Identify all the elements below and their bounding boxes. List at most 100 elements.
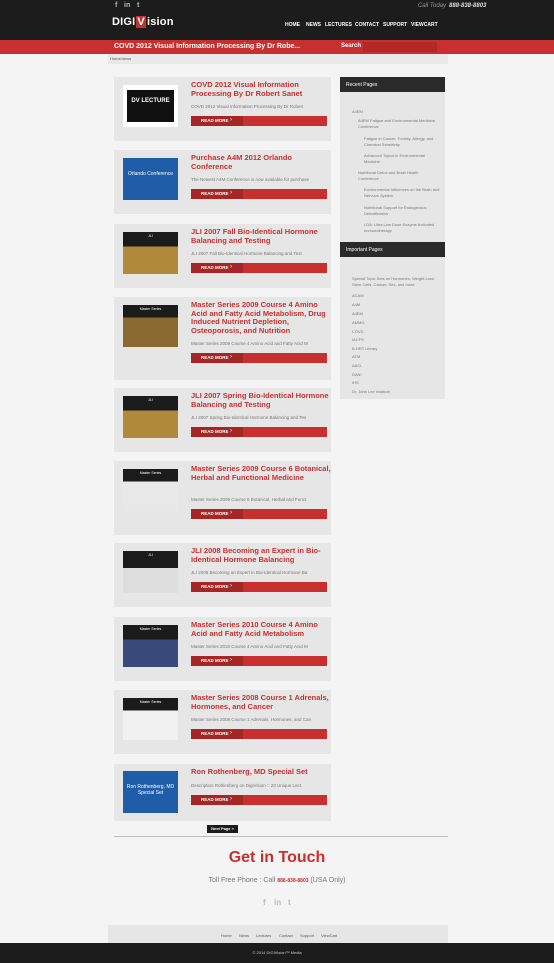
recent-page-link[interactable]: A4EM Fatigue and Environmental Medicine … [358, 118, 440, 130]
post-excerpt: Master Series 2010 Course 4 Amino Acid a… [191, 644, 308, 649]
nav-news[interactable]: NEWS [306, 22, 321, 28]
post-card: Master Series Master Series 2010 Course 4… [114, 617, 331, 681]
recent-page-link[interactable]: A4EM [352, 109, 440, 115]
post-thumbnail[interactable]: Master Series [123, 625, 178, 667]
recent-page-link[interactable]: Fatigue in Cancer, Toxicity, Allergy, an… [364, 136, 440, 148]
post-card: Master Series Master Series 2008 Course 1… [114, 690, 331, 754]
thumb-text: Master Series [139, 700, 162, 704]
nav-viewcart[interactable]: VIEWCART [411, 22, 438, 28]
read-more-button[interactable]: READ MORE › [191, 353, 327, 363]
important-page-link[interactable]: AMMG [352, 320, 440, 326]
recent-page-link[interactable]: Environmental Influences on the Brain an… [364, 187, 440, 199]
post-title[interactable]: Master Series 2009 Course 6 Botanical, H… [191, 464, 331, 482]
post-thumbnail[interactable]: Ron Rothenberg, MD Special Set [123, 771, 178, 813]
post-title[interactable]: JLI 2008 Becoming an Expert in Bio-Ident… [191, 546, 331, 564]
important-pages-heading: Important Pages [340, 242, 445, 257]
footer-nav-home[interactable]: Home [221, 933, 232, 938]
important-page-link[interactable]: A4EM [352, 311, 440, 317]
read-more-button[interactable]: READ MORE › [191, 508, 327, 519]
post-thumbnail[interactable]: Orlando Conference [123, 158, 178, 200]
footer-twitter-icon[interactable]: t [288, 898, 291, 907]
logo-text-2: ision [146, 16, 174, 28]
post-title[interactable]: Master Series 2010 Course 4 Amino Acid a… [191, 620, 331, 638]
thumb-text: Ron Rothenberg, MD Special Set [126, 784, 175, 796]
footer-nav [108, 925, 448, 943]
chevron-right-icon: › [230, 509, 232, 516]
logo[interactable]: DIGI Vision [112, 16, 174, 28]
important-page-link[interactable]: COVD [352, 329, 440, 335]
nav-contact[interactable]: CONTACT [355, 22, 379, 28]
post-thumbnail[interactable]: DV LECTURE [123, 85, 178, 127]
post-title[interactable]: COVD 2012 Visual Information Processing … [191, 80, 331, 98]
chevron-right-icon: › [230, 117, 232, 123]
chevron-right-icon: › [230, 428, 232, 434]
read-more-label: READ MORE [201, 265, 229, 270]
recent-page-link[interactable]: Nutritional Detox and Brain Health Confe… [358, 170, 440, 182]
important-page-link[interactable]: B-HRT Library [352, 346, 440, 352]
search-input[interactable] [363, 42, 437, 52]
read-more-button[interactable]: READ MORE › [191, 656, 327, 666]
post-excerpt: Master Series 2008 Course 1 Adrenals, Ho… [191, 717, 312, 722]
read-more-button[interactable]: READ MORE › [191, 116, 327, 126]
thumb-text: DV LECTURE [131, 98, 170, 104]
post-thumbnail[interactable]: Master Series [123, 698, 178, 740]
post-thumbnail[interactable]: JLI [123, 232, 178, 274]
facebook-icon[interactable]: f [115, 2, 117, 9]
footer-nav-lectures[interactable]: Lectures [256, 933, 271, 938]
thumb-text: JLI [148, 398, 153, 402]
footer-linkedin-icon[interactable]: in [274, 898, 281, 907]
footer-facebook-icon[interactable]: f [263, 898, 266, 907]
read-more-button[interactable]: READ MORE › [191, 794, 327, 805]
read-more-label: READ MORE [201, 118, 229, 123]
nav-lectures[interactable]: LECTURES [325, 22, 352, 28]
post-title[interactable]: JLI 2007 Spring Bio-Identical Hormone Ba… [191, 391, 331, 409]
thumb-text: Master Series [139, 471, 162, 475]
recent-page-link[interactable]: Advanced Topics in Environmental Medicin… [364, 153, 440, 165]
footer-nav-support[interactable]: Support [300, 933, 314, 938]
post-excerpt: Description Rothenberg on DigiVision :: … [191, 782, 301, 788]
important-page-link[interactable]: IACFS [352, 337, 440, 343]
post-title[interactable]: Master Series 2008 Course 1 Adrenals, Ho… [191, 693, 331, 711]
important-page-link[interactable]: ACAM [352, 293, 440, 299]
post-title[interactable]: Master Series 2009 Course 4 Amino Acid a… [191, 300, 331, 335]
post-card: Master Series Master Series 2009 Course 6… [114, 461, 331, 535]
footer-nav-news[interactable]: News [239, 933, 249, 938]
read-more-button[interactable]: READ MORE › [191, 427, 327, 437]
important-page-link[interactable]: ATM [352, 354, 440, 360]
recent-page-link[interactable]: LDA: Ultra Low Dose Enzyme Activated Imm… [364, 222, 440, 234]
important-page-link[interactable]: Dr. John Lee Institute [352, 389, 440, 395]
footer-nav-contact[interactable]: Contact [279, 933, 293, 938]
post-thumbnail[interactable]: JLI [123, 396, 178, 438]
breadcrumb[interactable]: Home/news [110, 56, 131, 61]
next-page-button[interactable]: Next Page » [207, 825, 238, 833]
footer-nav-viewcart[interactable]: ViewCart [321, 933, 337, 938]
post-thumbnail[interactable]: JLI [123, 551, 178, 593]
nav-home[interactable]: HOME [285, 22, 300, 28]
post-card: Ron Rothenberg, MD Special Set Ron Rothen… [114, 764, 331, 821]
important-page-link[interactable]: Special Topic Sets on Hormones, Weight L… [352, 276, 440, 288]
read-more-button[interactable]: READ MORE › [191, 582, 327, 592]
page-title: COVD 2012 Visual Information Processing … [114, 43, 301, 50]
important-page-link[interactable]: AACL [352, 363, 440, 369]
linkedin-icon[interactable]: in [124, 2, 130, 9]
post-thumbnail[interactable]: Master Series [123, 305, 178, 347]
chevron-right-icon: › [230, 795, 232, 802]
important-page-link[interactable]: IHS [352, 380, 440, 386]
recent-page-link[interactable]: Nutritional Support for Endogenous Detox… [364, 205, 440, 217]
search-label: Search [341, 43, 362, 49]
divider [114, 836, 448, 837]
post-card: Master Series Master Series 2009 Course 4… [114, 297, 331, 380]
nav-support[interactable]: SUPPORT [383, 22, 407, 28]
post-thumbnail[interactable]: Master Series [123, 469, 178, 511]
read-more-button[interactable]: READ MORE › [191, 263, 327, 273]
post-title[interactable]: Purchase A4M 2012 Orlando Conference [191, 153, 331, 171]
breadcrumb-bar [108, 54, 448, 64]
post-title[interactable]: Ron Rothenberg, MD Special Set [191, 767, 331, 777]
important-page-link[interactable]: A4M [352, 302, 440, 308]
read-more-button[interactable]: READ MORE › [191, 189, 327, 199]
read-more-button[interactable]: READ MORE › [191, 729, 327, 739]
important-page-link[interactable]: DAN! [352, 372, 440, 378]
post-title[interactable]: JLI 2007 Fall Bio-Identical Hormone Bala… [191, 227, 331, 245]
read-more-label: READ MORE [201, 510, 229, 516]
twitter-icon[interactable]: t [137, 2, 139, 9]
